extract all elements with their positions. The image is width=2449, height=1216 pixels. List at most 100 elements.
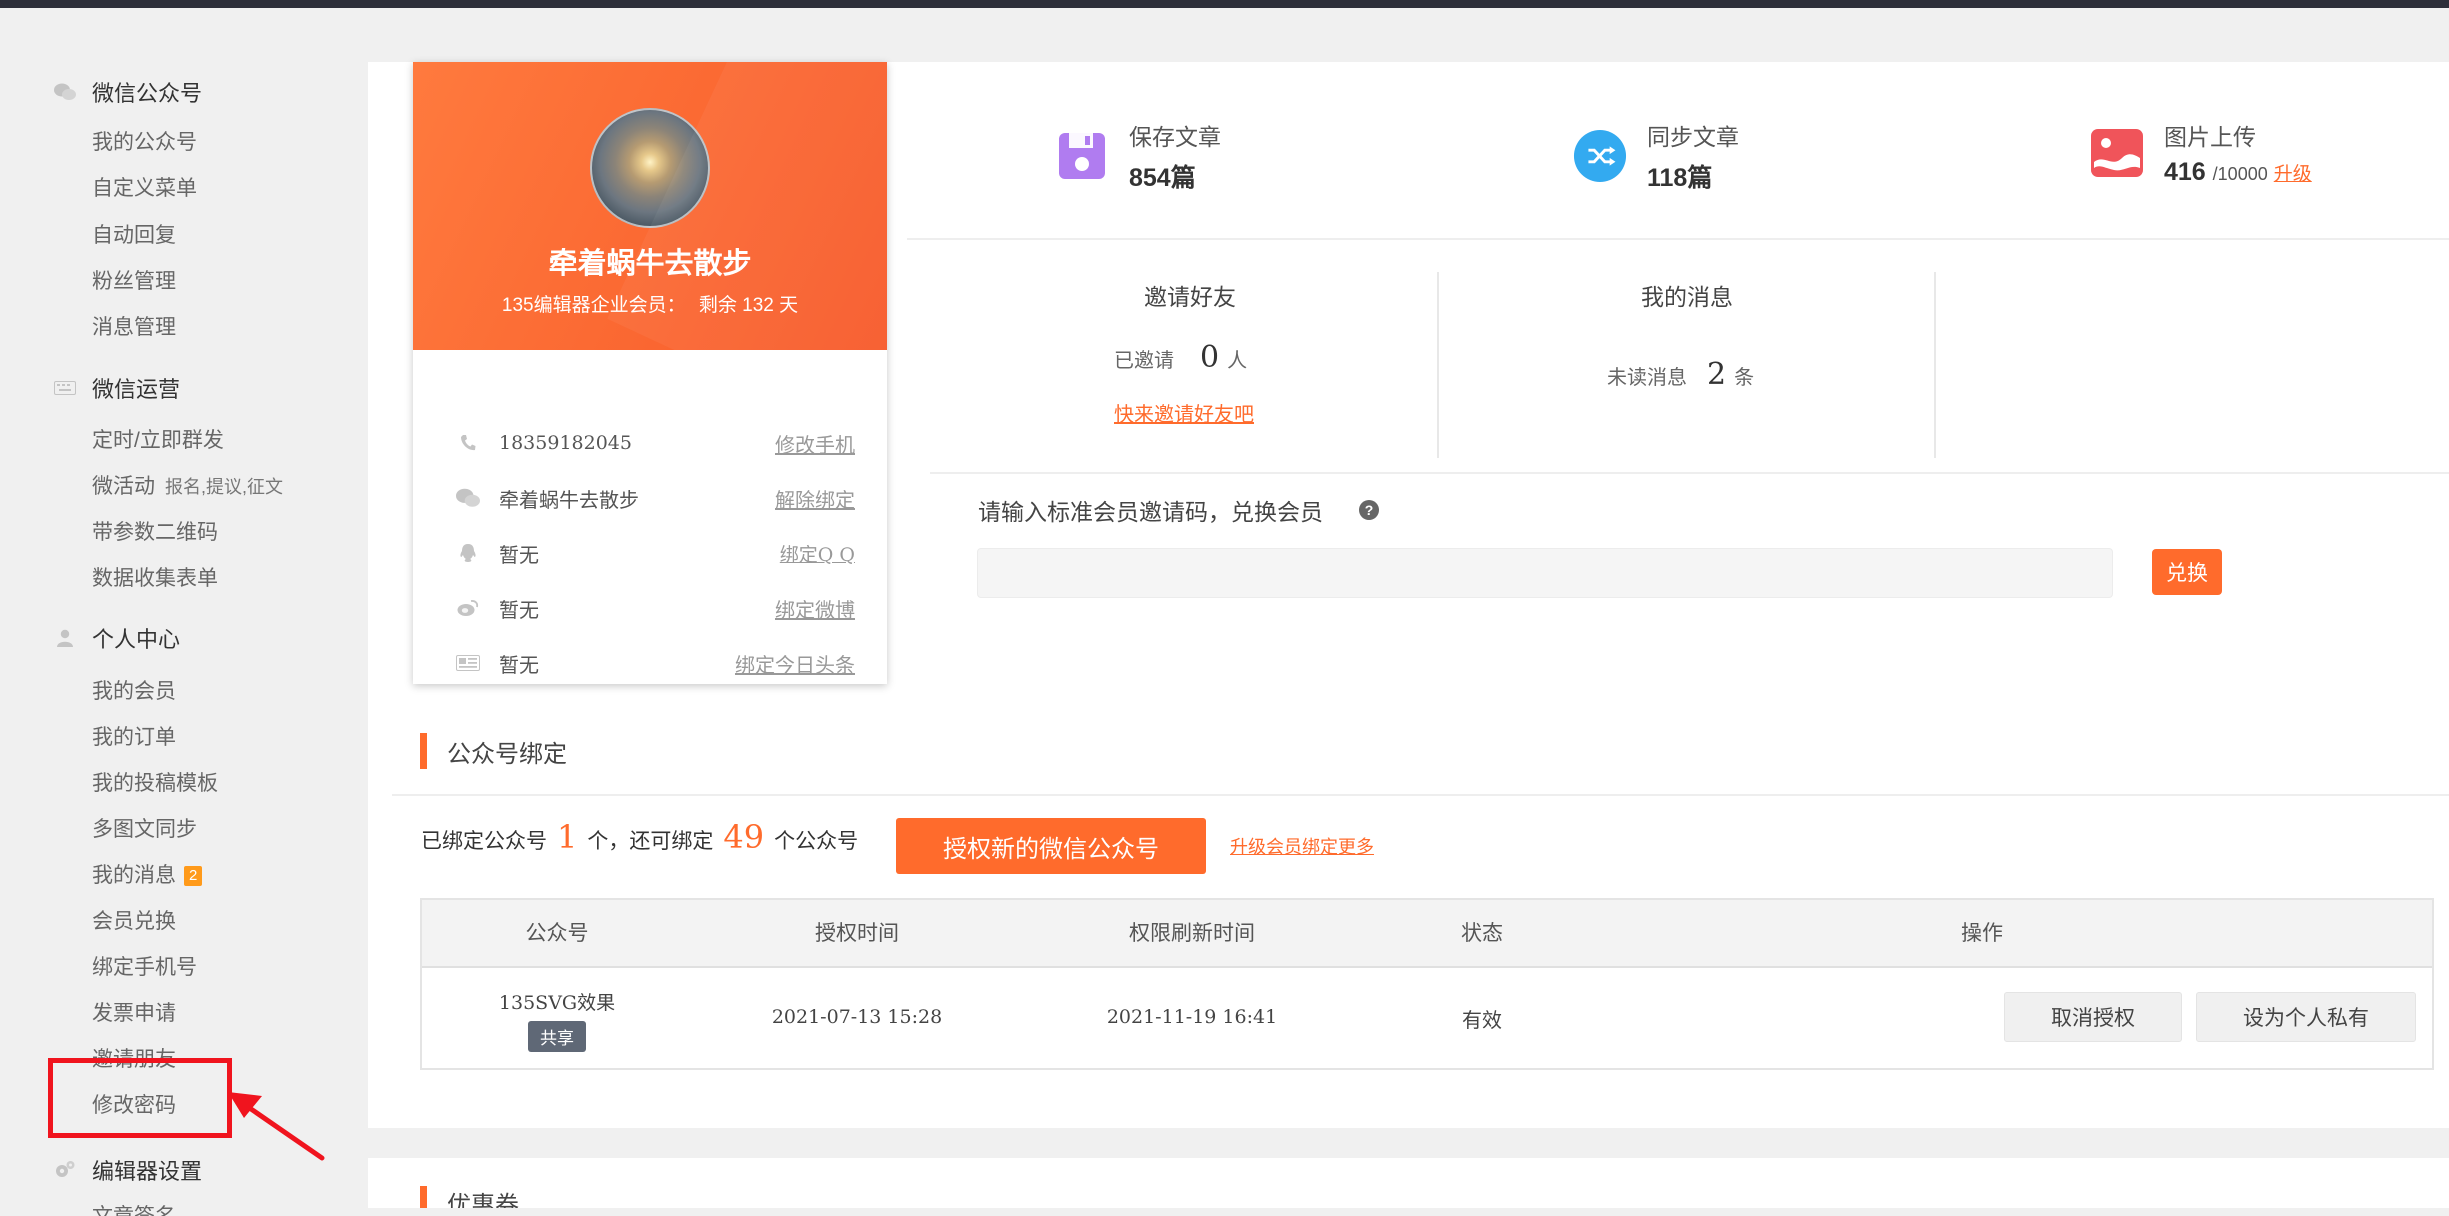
invited-unit: 人 [1227, 350, 1248, 372]
section-accent-bar [420, 1186, 427, 1208]
invite-friends-link[interactable]: 快来邀请好友吧 [1114, 398, 1254, 427]
sidebar-section-wechat-account[interactable]: 微信公众号 [54, 76, 202, 108]
unbind-wechat-link[interactable]: 解除绑定 [775, 484, 855, 513]
remaining-suffix: 个公众号 [774, 830, 859, 853]
redeem-code-input[interactable] [977, 548, 2113, 598]
sidebar-item-qrcode[interactable]: 带参数二维码 [92, 516, 218, 546]
coupon-section-title: 优惠券 [420, 1186, 519, 1208]
stat-label: 保存文章 [1129, 124, 1221, 150]
coupon-title: 优惠券 [447, 1192, 519, 1208]
redeem-label: 请输入标准会员邀请码，兑换会员 [978, 499, 1323, 525]
sidebar-item-redeem[interactable]: 会员兑换 [92, 905, 176, 935]
help-icon[interactable]: ? [1359, 500, 1379, 520]
weibo-value: 暂无 [499, 599, 539, 622]
profile-row-qq: 暂无 绑定Q Q [455, 538, 855, 568]
stat-image-uploads: 图片上传 416 /10000 升级 [2090, 118, 2312, 187]
sidebar-item-note: 报名,提议,征文 [165, 477, 284, 497]
stat-value: 416 /10000 升级 [2164, 158, 2312, 187]
sidebar-section-label: 微信运营 [92, 377, 181, 402]
unread-label: 未读消息 [1607, 367, 1687, 389]
redeem-button[interactable]: 兑换 [2152, 549, 2222, 595]
unread-messages-line[interactable]: 未读消息 2 条 [1607, 357, 1754, 392]
keyboard-icon [54, 379, 76, 397]
sidebar-section-label: 个人中心 [92, 627, 181, 652]
wechat-icon [54, 83, 76, 101]
profile-header: 牵着蜗牛去散步 135编辑器企业会员： 剩余 132 天 [413, 62, 887, 350]
image-icon [2090, 126, 2144, 180]
highlight-box [48, 1058, 232, 1138]
annotation-arrow-icon [228, 1092, 325, 1161]
toutiao-value: 暂无 [499, 654, 539, 677]
upgrade-link[interactable]: 升级 [2274, 164, 2312, 185]
profile-row-phone: 18359182045 修改手机 [455, 428, 855, 458]
column-header: 授权时间 [815, 922, 899, 945]
sidebar-section-label: 编辑器设置 [92, 1159, 203, 1184]
column-header: 权限刷新时间 [1129, 922, 1255, 945]
qq-value: 暂无 [499, 544, 539, 567]
sidebar-item-micro-activity[interactable]: 微活动 报名,提议,征文 [92, 470, 283, 500]
sidebar-section-personal[interactable]: 个人中心 [54, 622, 180, 654]
unread-unit: 条 [1734, 367, 1755, 389]
stat-synced-articles: 同步文章 118篇 [1573, 118, 1739, 194]
stat-label: 图片上传 [2164, 124, 2256, 150]
column-header: 状态 [1461, 922, 1503, 945]
redeem-label-row: 请输入标准会员邀请码，兑换会员 ? [978, 493, 1379, 527]
sidebar-item-orders[interactable]: 我的订单 [92, 721, 176, 751]
sidebar-section-label: 微信公众号 [92, 81, 203, 106]
bind-qq-link[interactable]: 绑定Q Q [780, 540, 855, 567]
shared-tag: 共享 [528, 1021, 586, 1052]
bound-mid: 个，还可绑定 [587, 830, 714, 853]
sidebar-item-bind-phone[interactable]: 绑定手机号 [92, 951, 197, 981]
change-phone-link[interactable]: 修改手机 [775, 429, 855, 458]
auth-time: 2021-07-13 15:28 [771, 1006, 943, 1028]
sidebar-section-editor-settings[interactable]: 编辑器设置 [54, 1154, 202, 1186]
sidebar-item-signature[interactable]: 文章签名 [92, 1200, 176, 1216]
sidebar-section-wechat-ops[interactable]: 微信运营 [54, 372, 180, 404]
unread-count: 2 [1707, 357, 1727, 392]
invited-label: 已邀请 [1114, 350, 1174, 372]
wechat-icon [455, 488, 481, 508]
stat-value: 118篇 [1647, 164, 1713, 192]
bound-count: 1 [557, 818, 578, 856]
remaining-count: 49 [723, 818, 765, 856]
sidebar-item-templates[interactable]: 我的投稿模板 [92, 767, 218, 797]
authorize-account-button[interactable]: 授权新的微信公众号 [896, 818, 1206, 874]
binding-summary: 已绑定公众号 1 个，还可绑定 49 个公众号 [421, 818, 858, 856]
upgrade-bind-more-link[interactable]: 升级会员绑定更多 [1230, 833, 1374, 859]
sidebar-item-my-messages[interactable]: 我的消息 2 [92, 859, 203, 889]
sidebar-item-mass-send[interactable]: 定时/立即群发 [92, 424, 224, 454]
set-private-button[interactable]: 设为个人私有 [2196, 992, 2416, 1042]
bound-prefix: 已绑定公众号 [421, 830, 547, 853]
avatar[interactable] [590, 108, 710, 228]
stat-value: 854篇 [1129, 164, 1196, 192]
sidebar-item-my-accounts[interactable]: 我的公众号 [92, 126, 197, 156]
sidebar-item-auto-reply[interactable]: 自动回复 [92, 219, 176, 249]
binding-title: 公众号绑定 [447, 740, 567, 768]
sidebar-item-fans[interactable]: 粉丝管理 [92, 265, 176, 295]
column-header: 操作 [1961, 922, 2003, 945]
divider [907, 238, 2449, 240]
profile-row-weibo: 暂无 绑定微博 [455, 593, 855, 623]
weibo-icon [455, 599, 481, 617]
sidebar: 微信公众号 我的公众号 自定义菜单 自动回复 粉丝管理 消息管理 微信运营 定时… [0, 8, 368, 1216]
bind-toutiao-link[interactable]: 绑定今日头条 [735, 649, 855, 678]
sidebar-item-forms[interactable]: 数据收集表单 [92, 562, 218, 592]
divider [1934, 272, 1936, 458]
sidebar-item-membership[interactable]: 我的会员 [92, 675, 176, 705]
table-header: 公众号 授权时间 权限刷新时间 状态 操作 [422, 900, 2432, 968]
sidebar-item-invoice[interactable]: 发票申请 [92, 997, 176, 1027]
revoke-authorization-button[interactable]: 取消授权 [2004, 992, 2182, 1042]
invite-count-line: 已邀请 0 人 [1114, 340, 1247, 375]
divider [1437, 272, 1439, 458]
image-limit: /10000 [2212, 164, 2268, 184]
sidebar-item-custom-menu[interactable]: 自定义菜单 [92, 172, 197, 202]
bind-weibo-link[interactable]: 绑定微博 [775, 594, 855, 623]
top-bar [0, 0, 2449, 8]
profile-row-toutiao: 暂无 绑定今日头条 [455, 648, 855, 678]
sidebar-item-messages-manage[interactable]: 消息管理 [92, 311, 176, 341]
invite-title: 邀请好友 [1144, 284, 1236, 310]
refresh-time: 2021-11-19 16:41 [1106, 1006, 1278, 1028]
sidebar-item-multi-sync[interactable]: 多图文同步 [92, 813, 197, 843]
section-accent-bar [420, 733, 427, 769]
stat-label: 同步文章 [1647, 124, 1739, 150]
